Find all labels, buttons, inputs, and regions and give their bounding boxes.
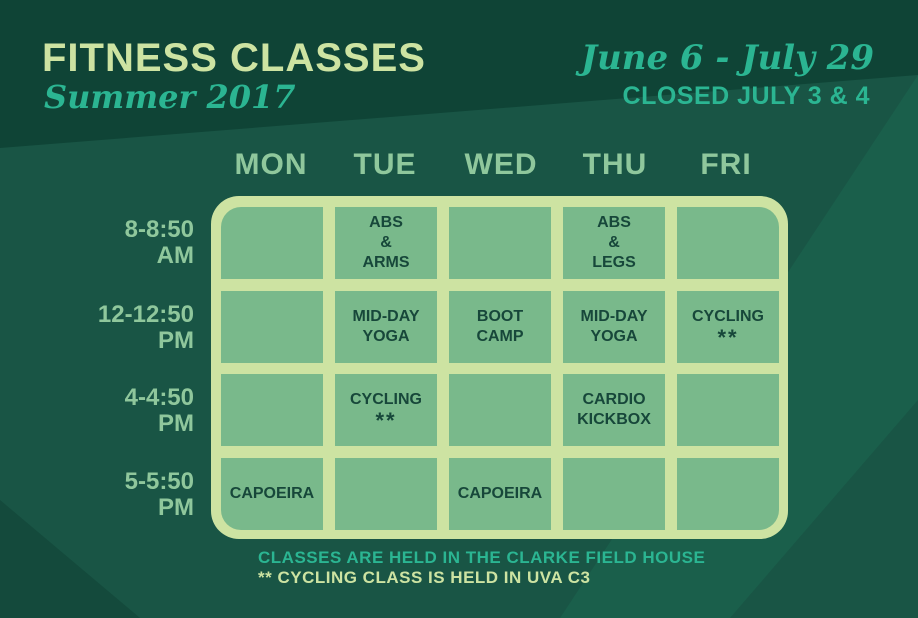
- class-name-line: MID-DAY: [580, 308, 648, 325]
- class-cell-wed-slot3: [449, 374, 551, 446]
- class-cell-wed-slot4: CAPOEIRA: [449, 458, 551, 530]
- class-cell-tue-slot2: MID-DAY YOGA: [335, 291, 437, 363]
- day-header-tue: TUE: [353, 148, 417, 181]
- class-name-line: BOOT: [476, 308, 524, 325]
- class-cell-wed-slot1: [449, 207, 551, 279]
- class-cell-tue-slot1: ABS & ARMS: [335, 207, 437, 279]
- class-cell-mon-slot2: [221, 291, 323, 363]
- class-name-line: LEGS: [592, 254, 636, 271]
- day-header-thu: THU: [582, 148, 648, 181]
- class-cell-thu-slot2: MID-DAY YOGA: [563, 291, 665, 363]
- off-site-marker: **: [717, 325, 739, 350]
- closed-notice: CLOSED JULY 3 & 4: [622, 82, 870, 110]
- class-name-line: CAMP: [476, 328, 524, 345]
- time-slot-label: 4-4:50 PM: [70, 385, 194, 437]
- class-cell-wed-slot2: BOOT CAMP: [449, 291, 551, 363]
- time-slot-period: PM: [158, 494, 194, 521]
- page-subtitle: Summer 2017: [44, 78, 296, 116]
- class-cell-fri-slot4: [677, 458, 779, 530]
- time-slot-range: 4-4:50: [124, 384, 194, 411]
- class-cell-fri-slot2: CYCLING **: [677, 291, 779, 363]
- time-slot-label: 12-12:50 PM: [70, 302, 194, 354]
- class-cell-thu-slot1: ABS & LEGS: [563, 207, 665, 279]
- class-name-line: MID-DAY: [352, 308, 420, 325]
- time-slot-range: 8-8:50: [124, 216, 194, 243]
- time-slot-period: PM: [158, 327, 194, 354]
- time-slot-label: 8-8:50 AM: [70, 217, 194, 269]
- day-header-wed: WED: [464, 148, 538, 181]
- class-name-line: CYCLING: [350, 391, 422, 408]
- class-name-line: CAPOEIRA: [229, 485, 315, 502]
- time-slot-period: PM: [158, 410, 194, 437]
- class-name-line: CARDIO: [582, 391, 646, 408]
- location-note: CLASSES ARE HELD IN THE CLARKE FIELD HOU…: [258, 548, 706, 567]
- class-cell-thu-slot4: [563, 458, 665, 530]
- off-site-marker: **: [375, 408, 397, 433]
- class-name-line: ABS: [597, 214, 631, 231]
- time-slot-range: 5-5:50: [124, 468, 194, 495]
- class-name-line: &: [608, 234, 620, 251]
- day-header-mon: MON: [234, 148, 308, 181]
- class-cell-thu-slot3: CARDIO KICKBOX: [563, 374, 665, 446]
- class-name-line: KICKBOX: [577, 411, 651, 428]
- class-cell-fri-slot3: [677, 374, 779, 446]
- class-name-line: ARMS: [362, 254, 410, 271]
- class-cell-mon-slot4: CAPOEIRA: [221, 458, 323, 530]
- time-slot-label: 5-5:50 PM: [70, 469, 194, 521]
- class-name-line: YOGA: [590, 328, 638, 345]
- class-cell-fri-slot1: [677, 207, 779, 279]
- class-cell-tue-slot4: [335, 458, 437, 530]
- cycling-note: ** CYCLING CLASS IS HELD IN UVA C3: [258, 568, 591, 587]
- time-slot-range: 12-12:50: [97, 301, 194, 328]
- date-range: June 6 - July 29: [580, 38, 874, 78]
- class-name-line: CAPOEIRA: [457, 485, 543, 502]
- class-name-line: ABS: [369, 214, 403, 231]
- class-name-line: &: [380, 234, 392, 251]
- page-title: FITNESS CLASSES: [42, 36, 426, 80]
- class-cell-mon-slot1: [221, 207, 323, 279]
- class-name-line: YOGA: [362, 328, 410, 345]
- class-name-line: CYCLING: [692, 308, 764, 325]
- class-cell-mon-slot3: [221, 374, 323, 446]
- time-slot-period: AM: [156, 242, 194, 269]
- day-header-fri: FRI: [700, 148, 752, 181]
- schedule-grid: ABS & ARMS ABS & LEGS MID-DAY YOGA BOOT CAMP MID-D…: [211, 196, 788, 539]
- class-cell-tue-slot3: CYCLING **: [335, 374, 437, 446]
